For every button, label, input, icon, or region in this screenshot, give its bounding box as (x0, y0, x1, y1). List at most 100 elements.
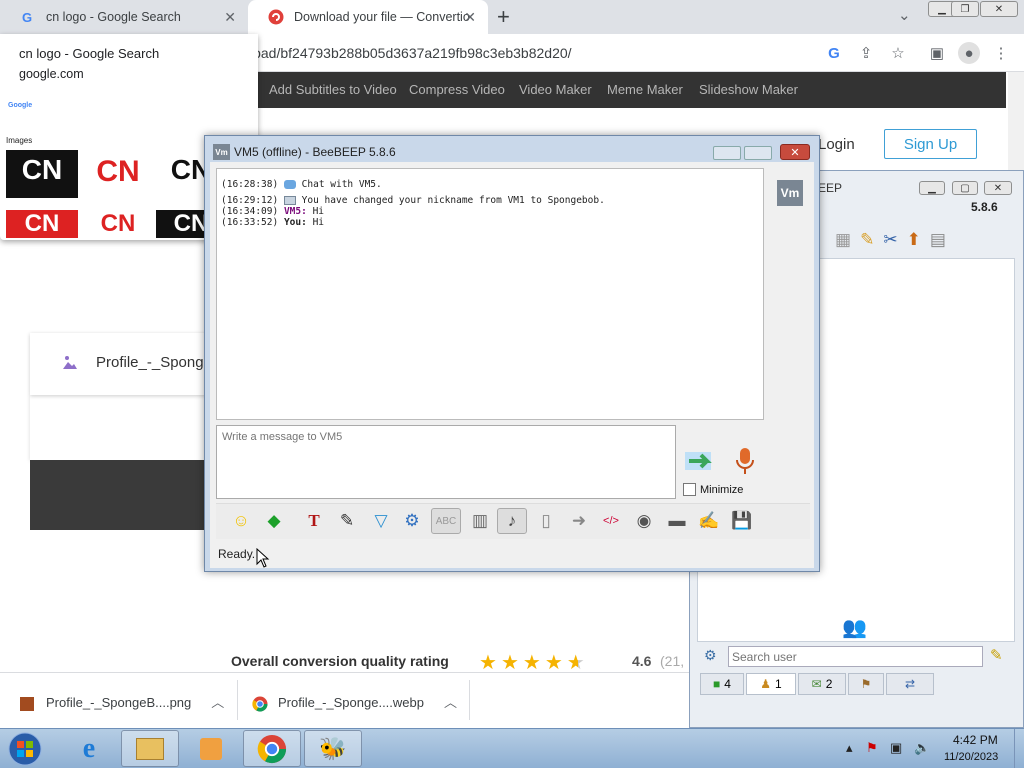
clock-time[interactable]: 4:42 PM (953, 733, 998, 747)
maximize-button[interactable] (744, 146, 772, 160)
tab-google-search[interactable]: G cn logo - Google Search ✕ (0, 0, 248, 34)
taskbar-ie[interactable]: e (60, 730, 118, 767)
bee-icon: 🐝 (319, 735, 347, 761)
close-tab-icon[interactable]: ✕ (224, 9, 236, 26)
buzz-icon[interactable]: ◆ (261, 508, 287, 534)
action-center-icon[interactable]: ⚑ (866, 740, 878, 756)
cn-logo-thumb: CN (82, 150, 154, 198)
login-link[interactable]: Login (818, 136, 855, 153)
start-button[interactable] (4, 730, 46, 767)
font-icon[interactable]: T (301, 508, 327, 534)
tab-groups[interactable]: ⚑ (848, 673, 884, 695)
maximize-button[interactable]: ▢ (952, 181, 978, 195)
screenshot-icon[interactable]: ▬ (664, 508, 690, 534)
close-button[interactable]: ✕ (984, 181, 1012, 195)
share-icon[interactable]: ⇪ (855, 42, 877, 64)
star-icon: ★ (479, 652, 501, 674)
clock-date[interactable]: 11/20/2023 (944, 751, 998, 763)
new-tab-button[interactable]: + (497, 4, 510, 30)
taskbar-chrome[interactable] (243, 730, 301, 767)
main-toolbar: ▦ ✎ ✂ ⬆ ▤ (820, 226, 1012, 254)
taskbar-media-player[interactable] (182, 730, 240, 767)
nav-meme-maker[interactable]: Meme Maker (607, 82, 683, 97)
clear-search-icon[interactable]: ✎ (990, 646, 1003, 664)
file-panel (30, 395, 206, 460)
taskbar-explorer[interactable] (121, 730, 179, 767)
download-item-webp[interactable]: Profile_-_Sponge....webp ︿ (252, 692, 457, 712)
tab-share[interactable]: ⇄ (886, 673, 934, 695)
filter-icon[interactable]: ▽ (368, 508, 394, 534)
minimize-button[interactable] (713, 146, 741, 160)
nav-compress-video[interactable]: Compress Video (409, 82, 505, 97)
media-player-icon (200, 737, 222, 760)
folder-icon (136, 737, 164, 760)
file-name: Profile_-_Sponge (96, 354, 212, 371)
google-lens-icon[interactable]: G (823, 42, 845, 64)
side-panel-icon[interactable]: ▣ (926, 42, 948, 64)
edit-pencil-icon[interactable]: ✎ (860, 230, 874, 250)
users-group-icon: 👥 (842, 617, 867, 639)
windows-logo-icon (8, 732, 42, 765)
share-icon: ⇄ (904, 677, 916, 691)
chrome-icon (257, 734, 287, 763)
chevron-up-icon[interactable]: ︿ (211, 695, 224, 710)
settings-gear-icon[interactable]: ⚙ (399, 508, 425, 534)
minimize-checkbox[interactable] (683, 483, 696, 496)
color-picker-icon[interactable]: ✎ (334, 508, 360, 534)
tools-icon[interactable]: ✂ (883, 230, 897, 250)
tab-users-online[interactable]: ■ 4 (700, 673, 744, 695)
forward-icon[interactable]: ➜ (566, 508, 592, 534)
menu-kebab-icon[interactable]: ⋮ (990, 42, 1012, 64)
emoticon-icon[interactable]: ☺ (228, 508, 254, 534)
download-item-png[interactable]: Profile_-_SpongeB....png ︿ (20, 692, 224, 711)
show-hidden-icons-icon[interactable]: ▴ (846, 740, 853, 756)
close-window-button[interactable]: ✕ (980, 1, 1018, 17)
trash-icon[interactable]: ▤ (930, 230, 946, 250)
chat-window-title: VM5 (offline) - BeeBEEP 5.8.6 (234, 145, 396, 159)
save-icon[interactable]: 💾 (729, 508, 755, 534)
dictionary-icon[interactable]: ▥ (467, 508, 493, 534)
signup-button[interactable]: Sign Up (884, 129, 977, 159)
hover-card-domain: google.com (19, 67, 84, 81)
taskbar-beebeep[interactable]: 🐝 (304, 730, 362, 767)
star-icon: ★ (522, 652, 545, 674)
file-icon[interactable]: ▯ (533, 508, 559, 534)
message-input[interactable] (216, 425, 676, 499)
tab-convertio[interactable]: Download your file — Convertio ✕ (248, 0, 488, 34)
hover-card-title: cn logo - Google Search (19, 46, 160, 61)
nav-video-maker[interactable]: Video Maker (519, 82, 592, 97)
app-icon: Vm (213, 144, 230, 160)
nav-slideshow-maker[interactable]: Slideshow Maker (699, 82, 798, 97)
tab-title: cn logo - Google Search (46, 10, 181, 24)
nav-add-subtitles[interactable]: Add Subtitles to Video (269, 82, 397, 97)
search-user-input[interactable] (728, 646, 983, 667)
update-arrow-icon[interactable]: ⬆ (907, 230, 921, 250)
tab-search-icon[interactable]: ⌄ (898, 6, 911, 24)
clock-icon[interactable]: ◉ (631, 508, 657, 534)
settings-gear-icon[interactable]: ⚙ (704, 647, 717, 664)
chat-log[interactable]: (16:28:38) Chat with VM5. (16:29:12) You… (216, 168, 764, 420)
html-code-icon[interactable]: </> (598, 508, 624, 534)
close-tab-icon[interactable]: ✕ (464, 9, 476, 26)
convertio-icon (268, 9, 284, 25)
gift-icon[interactable]: ▦ (835, 230, 851, 250)
network-icon[interactable]: ▣ (890, 740, 902, 756)
tab-chats[interactable]: ✉ 2 (798, 673, 846, 695)
spellcheck-icon[interactable]: ABC (431, 508, 461, 534)
address-bar[interactable]: load/bf24793b288b05d3637a219fb98c3eb3b82… (250, 40, 900, 66)
notes-icon[interactable]: ✍ (696, 508, 722, 534)
restore-window-button[interactable]: ❐ (951, 1, 979, 17)
send-icon[interactable] (683, 448, 717, 476)
sound-note-icon[interactable]: ♪ (497, 508, 527, 534)
close-button[interactable]: ✕ (780, 144, 810, 160)
rating-value: 4.6 (632, 653, 652, 669)
google-icon: G (20, 9, 36, 25)
profile-avatar-icon[interactable]: ● (958, 42, 980, 64)
minimize-button[interactable]: ▁ (919, 181, 945, 195)
show-desktop-button[interactable] (1014, 729, 1024, 768)
tab-user[interactable]: ♟ 1 (746, 673, 796, 695)
microphone-icon[interactable] (733, 446, 757, 476)
bookmark-star-icon[interactable]: ☆ (887, 42, 909, 64)
chevron-up-icon[interactable]: ︿ (444, 695, 457, 710)
volume-icon[interactable]: 🔈 (914, 740, 930, 756)
